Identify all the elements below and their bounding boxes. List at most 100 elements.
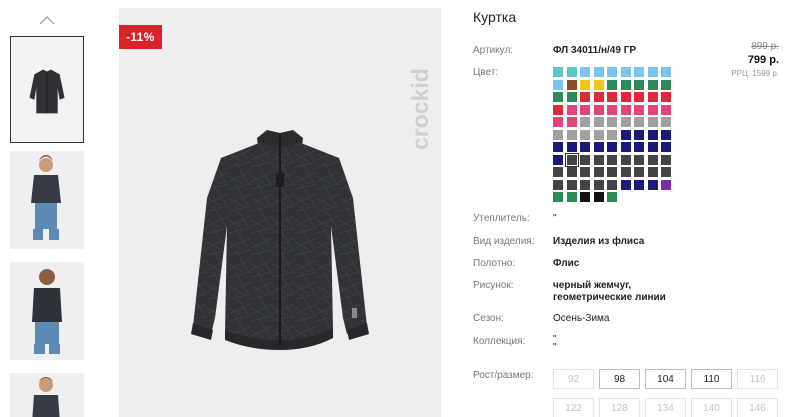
color-swatch[interactable] — [647, 154, 658, 165]
color-swatch[interactable] — [553, 142, 563, 152]
color-swatch[interactable] — [607, 192, 617, 202]
color-swatch[interactable] — [661, 79, 671, 90]
color-swatch[interactable] — [607, 104, 617, 115]
color-swatch[interactable] — [553, 192, 563, 202]
color-swatch[interactable] — [580, 167, 590, 177]
thumbnail-1[interactable] — [10, 36, 84, 143]
thumbnail-2[interactable] — [10, 151, 84, 249]
size-option-98[interactable]: 98 — [599, 369, 640, 389]
thumbnail-4[interactable] — [10, 373, 84, 417]
color-swatch[interactable] — [593, 67, 604, 77]
color-swatch[interactable] — [580, 192, 590, 202]
size-option-92[interactable]: 92 — [553, 369, 594, 389]
color-swatch[interactable] — [620, 167, 631, 177]
color-swatch[interactable] — [634, 129, 644, 140]
color-swatch[interactable] — [607, 167, 617, 177]
color-swatch[interactable] — [553, 167, 563, 177]
color-swatch[interactable] — [634, 179, 644, 190]
size-option-146[interactable]: 146 — [737, 398, 778, 417]
color-swatch[interactable] — [607, 79, 617, 90]
color-swatch[interactable] — [553, 67, 563, 77]
color-swatch[interactable] — [607, 92, 617, 102]
color-swatch[interactable] — [553, 129, 563, 140]
color-swatch[interactable] — [620, 129, 631, 140]
color-swatch[interactable] — [566, 192, 577, 202]
color-swatch[interactable] — [593, 129, 604, 140]
color-swatch[interactable] — [580, 104, 590, 115]
color-swatch[interactable] — [593, 104, 604, 115]
color-swatch[interactable] — [661, 67, 671, 77]
color-swatch[interactable] — [580, 142, 590, 152]
color-swatch[interactable] — [593, 154, 604, 165]
color-swatch[interactable] — [647, 167, 658, 177]
color-swatch[interactable] — [634, 142, 644, 152]
color-swatch[interactable] — [634, 154, 644, 165]
color-swatch[interactable] — [661, 179, 671, 190]
color-swatch[interactable] — [647, 92, 658, 102]
color-swatch[interactable] — [580, 67, 590, 77]
color-swatch[interactable] — [580, 79, 590, 90]
color-swatch[interactable] — [593, 92, 604, 102]
color-swatch[interactable] — [607, 179, 617, 190]
size-option-116[interactable]: 116 — [737, 369, 778, 389]
color-swatch[interactable] — [661, 117, 671, 127]
color-swatch[interactable] — [566, 167, 577, 177]
color-swatch[interactable] — [634, 92, 644, 102]
color-swatch[interactable] — [580, 117, 590, 127]
color-swatch[interactable] — [607, 67, 617, 77]
size-option-122[interactable]: 122 — [553, 398, 594, 417]
color-swatch[interactable] — [566, 92, 577, 102]
color-swatch[interactable] — [661, 167, 671, 177]
color-swatch[interactable] — [607, 117, 617, 127]
color-swatch[interactable] — [553, 79, 563, 90]
color-swatch[interactable] — [593, 142, 604, 152]
color-swatch[interactable] — [607, 129, 617, 140]
thumbnail-3[interactable] — [10, 262, 84, 360]
color-swatch[interactable] — [634, 79, 644, 90]
color-swatch[interactable] — [661, 92, 671, 102]
color-swatch[interactable] — [620, 67, 631, 77]
size-option-140[interactable]: 140 — [691, 398, 732, 417]
color-swatch[interactable] — [553, 179, 563, 190]
color-swatch[interactable] — [647, 179, 658, 190]
color-swatch[interactable] — [580, 129, 590, 140]
color-swatch[interactable] — [647, 129, 658, 140]
color-swatch[interactable] — [661, 142, 671, 152]
color-swatch[interactable] — [580, 92, 590, 102]
size-option-110[interactable]: 110 — [691, 369, 732, 389]
color-swatch[interactable] — [647, 142, 658, 152]
color-swatch[interactable] — [580, 154, 590, 165]
color-swatch[interactable] — [620, 104, 631, 115]
size-option-128[interactable]: 128 — [599, 398, 640, 417]
color-swatch[interactable] — [634, 67, 644, 77]
color-swatch[interactable] — [566, 129, 577, 140]
color-swatch[interactable] — [553, 154, 563, 165]
color-swatch[interactable] — [553, 104, 563, 115]
color-swatch[interactable] — [647, 104, 658, 115]
color-swatch[interactable] — [593, 167, 604, 177]
color-swatch[interactable] — [593, 79, 604, 90]
color-swatch[interactable] — [566, 67, 577, 77]
color-swatch[interactable] — [634, 117, 644, 127]
color-swatch[interactable] — [661, 104, 671, 115]
color-swatch[interactable] — [620, 92, 631, 102]
color-swatch[interactable] — [620, 179, 631, 190]
color-swatch[interactable] — [553, 117, 563, 127]
color-swatch[interactable] — [647, 117, 658, 127]
color-swatch[interactable] — [661, 154, 671, 165]
color-swatch[interactable] — [661, 129, 671, 140]
color-swatch[interactable] — [566, 142, 577, 152]
color-swatch[interactable] — [564, 152, 579, 167]
color-swatch[interactable] — [566, 179, 577, 190]
color-swatch[interactable] — [634, 167, 644, 177]
color-swatch[interactable] — [620, 154, 631, 165]
color-swatch[interactable] — [566, 79, 577, 90]
color-swatch[interactable] — [607, 154, 617, 165]
color-swatch[interactable] — [620, 79, 631, 90]
color-swatch[interactable] — [634, 104, 644, 115]
color-swatch[interactable] — [620, 117, 631, 127]
color-swatch[interactable] — [593, 117, 604, 127]
size-option-134[interactable]: 134 — [645, 398, 686, 417]
chevron-up-icon[interactable] — [38, 12, 56, 30]
color-swatch[interactable] — [566, 104, 577, 115]
